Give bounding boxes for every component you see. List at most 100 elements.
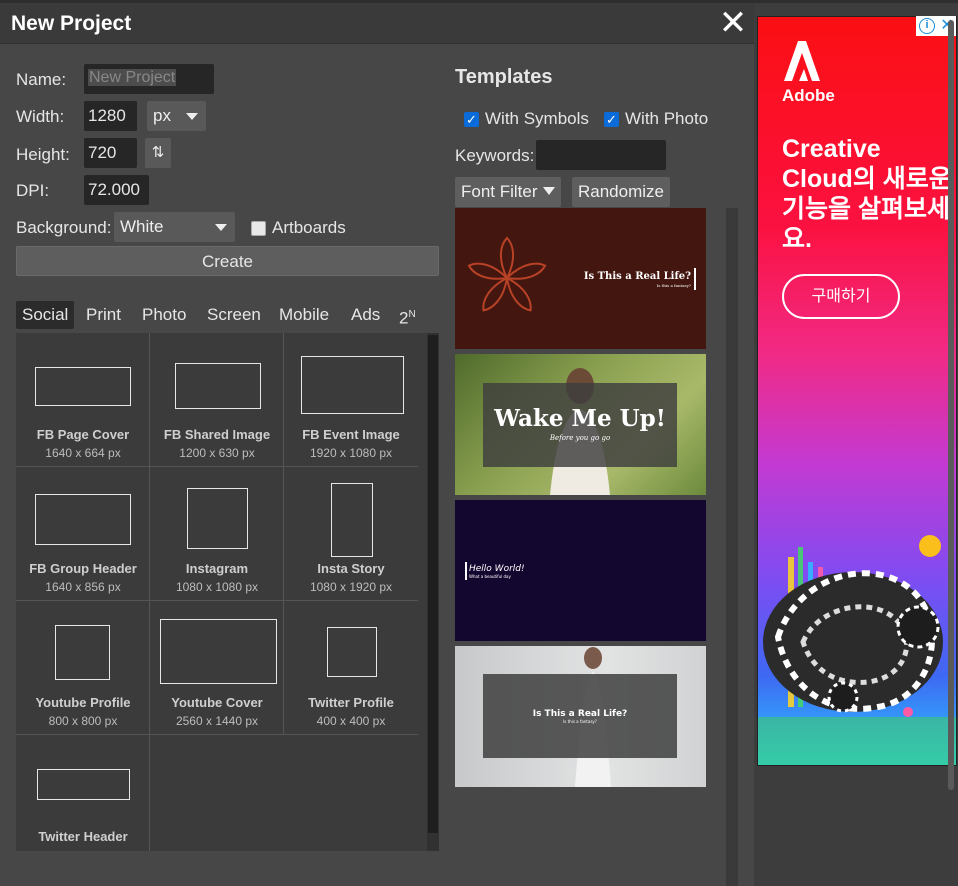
font-filter-label: Font Filter [461,182,538,201]
name-label: Name: [16,70,67,89]
width-input[interactable]: 1280 [84,101,137,131]
preset-card[interactable]: FB Group Header 1640 x 856 px [16,467,150,601]
preset-card[interactable]: Youtube Profile 800 x 800 px [16,601,150,735]
template-card[interactable]: Is This a Real Life? Is this a fantasy? [455,208,706,349]
template-card[interactable]: Wake Me Up! Before you go go [455,354,706,495]
preset-name: Instagram [185,561,249,576]
tab-photo[interactable]: Photo [136,301,192,329]
page-scrollbar-thumb[interactable] [948,20,954,790]
artboards-checkbox[interactable] [251,221,266,236]
page-scrollbar[interactable] [946,16,956,794]
preset-card[interactable]: Instagram 1080 x 1080 px [150,467,284,601]
preset-name: Insta Story [317,561,385,576]
photo-bride: Is This a Real Life? Is this a fantasy? [483,647,677,787]
template-title: Is This a Real Life? [584,271,691,282]
preset-card[interactable]: Youtube Cover 2560 x 1440 px [150,601,284,735]
width-label: Width: [16,107,65,126]
height-label: Height: [16,145,70,164]
template-subtitle: Before you go go [549,434,610,442]
preset-shape [160,619,277,684]
unit-select[interactable]: px [147,101,206,131]
preset-name: FB Page Cover [36,427,130,442]
template-subtitle: Is this a fantasy? [563,719,597,724]
swap-dimensions-icon[interactable]: ⇅ [145,138,171,168]
preset-dims: 1920 x 1080 px [309,446,393,460]
name-input-value: New Project [88,69,177,86]
with-photo-label: With Photo [625,109,709,128]
templates-heading: Templates [455,66,553,88]
preset-scrollbar[interactable] [427,333,439,851]
preset-card[interactable]: FB Shared Image 1200 x 630 px [150,333,284,467]
with-photo-checkbox[interactable]: ✓ [604,112,619,127]
background-select-value: White [120,217,164,236]
ad-headline: Creative Cloud의 새로운 기능을 살펴보세요. [782,135,952,253]
preset-card[interactable]: Twitter Profile 400 x 400 px [284,601,418,735]
tab-more-sup: N [408,309,416,320]
unit-select-value: px [153,106,171,125]
dpi-input[interactable]: 72.000 [84,175,149,205]
preset-card[interactable]: Insta Story 1080 x 1920 px [284,467,418,601]
randomize-button[interactable]: Randomize [572,177,670,207]
template-scrollbar[interactable] [726,208,738,886]
preset-shape [327,627,377,677]
preset-shape [35,367,131,406]
tab-mobile[interactable]: Mobile [273,301,335,329]
preset-name: Twitter Header [38,829,128,844]
preset-name: FB Shared Image [163,427,271,442]
template-subtitle: Is this a fantasy? [657,283,691,288]
adobe-logo-icon [784,41,820,81]
chevron-down-icon [215,224,227,231]
preset-card[interactable]: FB Page Cover 1640 x 664 px [16,333,150,467]
preset-dims: 1640 x 856 px [45,580,121,594]
preset-shape [301,356,404,414]
artboards-label: Artboards [272,218,346,237]
ad-banner[interactable] [757,16,957,766]
template-title: Wake Me Up! [493,405,666,432]
dialog-title: New Project [11,12,132,35]
preset-shape [37,769,130,800]
tab-print[interactable]: Print [80,301,127,329]
name-input[interactable]: New Project [84,64,214,94]
preset-card[interactable]: Twitter Header [16,735,150,851]
preset-dims: 1080 x 1080 px [175,580,259,594]
ad-buy-button[interactable]: 구매하기 [782,274,900,319]
preset-card[interactable]: FB Event Image 1920 x 1080 px [284,333,418,467]
preset-dims: 800 x 800 px [48,714,118,728]
chevron-down-icon [186,113,198,120]
with-symbols-checkbox[interactable]: ✓ [464,112,479,127]
tab-ads[interactable]: Ads [345,301,386,329]
close-icon[interactable]: ✕ [718,6,748,40]
template-card[interactable]: Is This a Real Life? Is this a fantasy? [455,646,706,787]
chevron-down-icon [542,187,555,195]
preset-shape [35,494,131,545]
flower-icon: Is This a Real Life? Is this a fantasy? [467,236,696,312]
template-subtitle: What a beautiful day [469,574,511,579]
height-input[interactable]: 720 [84,138,137,168]
font-filter-button[interactable]: Font Filter [455,177,561,207]
preset-name: Youtube Cover [171,695,263,710]
preset-dims: 400 x 400 px [316,714,386,728]
background-label: Background: [16,218,112,237]
tab-social[interactable]: Social [16,301,75,329]
photo-woman: Wake Me Up! Before you go go [483,368,677,495]
keywords-label: Keywords: [455,146,535,165]
ad-brand: Adobe [782,86,835,105]
tab-screen[interactable]: Screen [201,301,267,329]
preset-dims: 1200 x 630 px [179,446,255,460]
info-icon[interactable]: i [919,18,935,34]
preset-name: Youtube Profile [35,695,131,710]
template-title: Hello World! [469,564,525,574]
preset-scrollbar-thumb[interactable] [428,335,438,833]
tab-more[interactable]: 2N [393,301,422,329]
preset-name: Twitter Profile [308,695,394,710]
create-button[interactable]: Create [16,246,439,276]
template-card[interactable]: Hello World! What a beautiful day [455,500,706,641]
template-preview: Hello World! What a beautiful day [465,562,525,580]
dialog-titlebar: New Project ✕ [0,3,754,44]
preset-shape [55,625,110,680]
keywords-input[interactable] [536,140,666,170]
dpi-label: DPI: [16,181,50,200]
preset-dims: 1080 x 1920 px [309,580,393,594]
background-select[interactable]: White [114,212,235,242]
preset-name: FB Group Header [29,561,137,576]
